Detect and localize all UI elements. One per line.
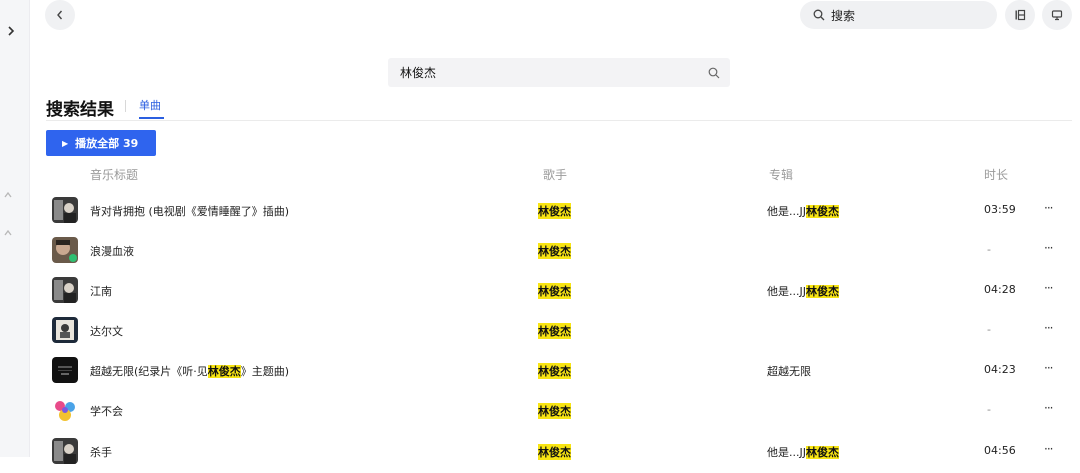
column-header-duration[interactable]: 时长 [984, 166, 1008, 183]
layout-icon [1015, 9, 1026, 21]
song-title[interactable]: 达尔文 [90, 323, 123, 339]
song-album[interactable]: 超越无限 [767, 363, 811, 379]
song-artist[interactable]: 林俊杰 [538, 403, 571, 419]
song-album[interactable]: 他是...JJ林俊杰 [767, 283, 839, 299]
divider [46, 120, 1072, 121]
album-cover [52, 277, 78, 303]
song-duration: 04:56 [984, 444, 1016, 457]
song-row[interactable]: 浪漫血液 林俊杰 - ··· [0, 232, 1080, 272]
song-title[interactable]: 背对背拥抱 (电视剧《爱情睡醒了》插曲) [90, 203, 289, 219]
column-header-artist[interactable]: 歌手 [543, 166, 567, 183]
song-title[interactable]: 浪漫血液 [90, 243, 134, 259]
top-search-box[interactable]: 搜索 [800, 1, 997, 29]
column-header-album[interactable]: 专辑 [769, 166, 793, 183]
divider [125, 100, 126, 112]
song-title[interactable]: 江南 [90, 283, 112, 299]
song-title[interactable]: 超越无限(纪录片《听·见林俊杰》主题曲) [90, 363, 289, 379]
more-options-button[interactable]: ··· [1044, 442, 1054, 456]
song-duration: 04:23 [984, 363, 1016, 376]
search-input[interactable]: 林俊杰 [388, 58, 730, 87]
play-icon: ▶ [62, 138, 69, 148]
song-title[interactable]: 杀手 [90, 444, 112, 460]
top-search-placeholder: 搜索 [831, 8, 856, 23]
search-query[interactable]: 林俊杰 [400, 64, 708, 81]
chevron-right-icon [8, 26, 15, 36]
album-cover [52, 438, 78, 464]
more-options-button[interactable]: ··· [1044, 281, 1054, 295]
chevron-left-icon [57, 10, 63, 20]
song-row[interactable]: 达尔文 林俊杰 - ··· [0, 312, 1080, 352]
song-duration: - [987, 323, 991, 336]
more-options-button[interactable]: ··· [1044, 241, 1054, 255]
search-icon[interactable] [708, 67, 720, 79]
song-title[interactable]: 学不会 [90, 403, 123, 419]
layout-button[interactable] [1005, 0, 1035, 30]
song-row[interactable]: 背对背拥抱 (电视剧《爱情睡醒了》插曲) 林俊杰 他是...JJ林俊杰 03:5… [0, 192, 1080, 232]
song-duration: - [987, 243, 991, 256]
album-cover [52, 237, 78, 263]
more-options-button[interactable]: ··· [1044, 401, 1054, 415]
page-title: 搜索结果 [46, 100, 114, 120]
song-artist[interactable]: 林俊杰 [538, 444, 571, 460]
song-duration: - [987, 403, 991, 416]
more-options-button[interactable]: ··· [1044, 321, 1054, 335]
song-artist[interactable]: 林俊杰 [538, 363, 571, 379]
monitor-icon [1051, 10, 1063, 21]
song-row[interactable]: 江南 林俊杰 他是...JJ林俊杰 04:28 ··· [0, 272, 1080, 312]
search-icon [813, 9, 825, 21]
song-album[interactable]: 他是...JJ林俊杰 [767, 444, 839, 460]
tab-active-indicator [139, 117, 164, 119]
back-button[interactable] [45, 0, 75, 30]
play-all-label: 播放全部 39 [75, 137, 139, 150]
album-cover [52, 357, 78, 383]
song-duration: 04:28 [984, 283, 1016, 296]
more-options-button[interactable]: ··· [1044, 361, 1054, 375]
song-artist[interactable]: 林俊杰 [538, 323, 571, 339]
display-button[interactable] [1042, 0, 1072, 30]
tab-songs[interactable]: 单曲 [139, 97, 161, 113]
more-options-button[interactable]: ··· [1044, 201, 1054, 215]
song-row[interactable]: 学不会 林俊杰 - ··· [0, 392, 1080, 432]
song-artist[interactable]: 林俊杰 [538, 243, 571, 259]
song-artist[interactable]: 林俊杰 [538, 283, 571, 299]
song-duration: 03:59 [984, 203, 1016, 216]
play-all-button[interactable]: ▶ 播放全部 39 [46, 130, 156, 156]
expand-sidebar-button[interactable] [4, 24, 18, 38]
song-album[interactable]: 他是...JJ林俊杰 [767, 203, 839, 219]
album-cover [52, 197, 78, 223]
song-artist[interactable]: 林俊杰 [538, 203, 571, 219]
album-cover [52, 317, 78, 343]
song-row[interactable]: 超越无限(纪录片《听·见林俊杰》主题曲) 林俊杰 超越无限 04:23 ··· [0, 352, 1080, 392]
album-cover [52, 397, 78, 423]
song-row[interactable]: 杀手 林俊杰 他是...JJ林俊杰 04:56 ··· [0, 433, 1080, 473]
column-header-title[interactable]: 音乐标题 [90, 166, 138, 183]
